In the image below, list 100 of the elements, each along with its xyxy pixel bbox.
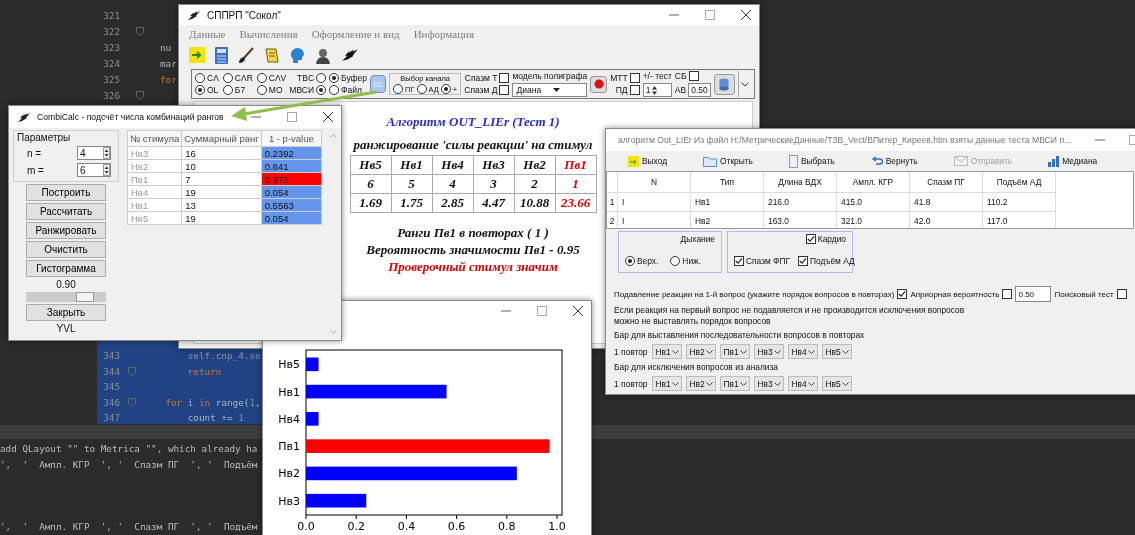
radio-button[interactable] [625,256,635,266]
caret-icon[interactable] [841,381,849,386]
feather-icon[interactable] [341,47,359,63]
caret-icon[interactable] [773,349,781,354]
column-header[interactable]: Суммарный ранг [181,130,262,147]
spin-arrows-icon[interactable] [103,164,110,176]
question-select[interactable]: Нв4 [787,376,818,391]
menu-item[interactable]: Данные [189,28,226,40]
action-button[interactable]: Построить [26,184,106,201]
close-icon[interactable] [573,306,583,316]
question-select[interactable]: Пв1 [719,344,750,359]
calculator-icon[interactable] [215,46,228,64]
radio-button[interactable] [329,85,339,95]
checkbox[interactable] [1116,289,1127,299]
fold-icon[interactable] [136,26,144,36]
radio-button[interactable] [222,85,233,95]
toolbar-button[interactable]: Выход [628,155,668,167]
record-button[interactable] [590,75,608,93]
checkbox[interactable] [734,256,744,266]
caret-icon[interactable] [807,349,815,354]
menu-item[interactable]: Вычисления [239,28,298,40]
caret-icon[interactable] [553,88,561,92]
checkbox[interactable] [499,85,510,95]
spin-arrows-icon[interactable] [652,85,658,95]
question-select[interactable]: Нв3 [753,376,784,391]
input-field[interactable]: 0.50 [688,83,711,97]
brush-icon[interactable] [238,46,254,64]
person-icon[interactable] [315,46,331,64]
column-header[interactable]: Тип [690,172,764,193]
menu-item[interactable]: Оформление и вид [311,28,400,40]
spin-field[interactable]: 6 [77,163,111,177]
column-header[interactable]: Подъём АД [982,172,1056,193]
question-select[interactable]: Нв3 [753,344,784,359]
database-button[interactable] [713,73,735,95]
caret-icon[interactable] [739,349,747,354]
column-header[interactable]: N [617,172,691,193]
toolbar-button[interactable]: Вернуть [870,156,918,166]
checkbox[interactable] [1002,289,1013,299]
action-button[interactable]: Очистить [26,241,106,258]
caret-icon[interactable] [841,349,849,354]
column-header[interactable]: Длина ВДХ [763,172,837,193]
radio-button[interactable] [256,73,267,83]
radio-button[interactable] [222,73,233,83]
action-button[interactable]: Ранжировать [26,222,106,239]
question-select[interactable]: Пв1 [719,376,750,391]
menu-item[interactable]: Информация [413,28,475,40]
column-header[interactable]: Ампл. КГР [836,172,910,193]
checkbox[interactable] [629,85,640,95]
radio-button[interactable] [440,84,451,94]
caret-icon[interactable] [807,381,815,386]
radio-button[interactable] [316,73,326,83]
caret-icon[interactable] [739,381,747,386]
radio-button[interactable] [393,84,404,94]
radio-button[interactable] [416,84,427,94]
spin-field[interactable]: 1 [642,83,672,97]
action-button[interactable]: Рассчитать [26,203,106,220]
caret-icon[interactable] [671,381,679,386]
checkbox[interactable] [897,289,908,299]
question-select[interactable]: Нв2 [685,376,716,391]
checkbox[interactable] [798,256,808,266]
radio-button[interactable] [316,85,326,95]
question-select[interactable]: Нв4 [787,344,818,359]
question-select[interactable]: Нв5 [821,376,852,391]
toolbar-button[interactable]: Медиана [1048,155,1098,167]
probability-field[interactable]: 0.50 [1015,286,1052,302]
radio-button[interactable] [670,256,681,266]
toolbar-button[interactable]: Выбрать [788,154,835,168]
question-select[interactable]: Нв1 [651,344,682,359]
fold-icon[interactable] [136,90,144,100]
radio-button[interactable] [195,85,205,95]
close-icon[interactable] [323,112,333,122]
caret-icon[interactable] [773,381,781,386]
spin-field[interactable]: 4 [77,146,111,160]
checkbox[interactable] [629,73,640,83]
question-select[interactable]: Нв1 [651,376,682,391]
polygraph-select[interactable]: Диана [512,83,588,97]
caret-icon[interactable] [671,349,679,354]
column-header[interactable]: 1 - p-value [261,130,322,147]
checkbox[interactable] [805,234,816,244]
slider[interactable] [26,292,106,302]
caret-icon[interactable] [705,349,713,354]
checkbox[interactable] [499,73,510,83]
note-icon[interactable] [264,46,279,64]
column-header[interactable]: № стимула [127,130,182,147]
close-icon[interactable] [741,10,751,20]
checkbox[interactable] [688,71,699,81]
toolbar-button[interactable]: Открыть [703,155,753,167]
radio-button[interactable] [256,85,267,95]
caret-icon[interactable] [705,381,713,386]
radio-button[interactable] [329,73,339,83]
spin-arrows-icon[interactable] [103,147,110,159]
slider-thumb[interactable] [75,292,94,302]
action-button[interactable]: Гистограмма [26,260,106,277]
question-select[interactable]: Нв2 [685,344,716,359]
column-header[interactable]: Спазм ПГ [909,172,983,193]
chevron-down-icon[interactable] [740,81,749,87]
close-button[interactable]: Закрыть [26,304,106,321]
radio-button[interactable] [195,73,205,83]
question-select[interactable]: Нв5 [821,344,852,359]
head-icon[interactable] [289,46,305,64]
